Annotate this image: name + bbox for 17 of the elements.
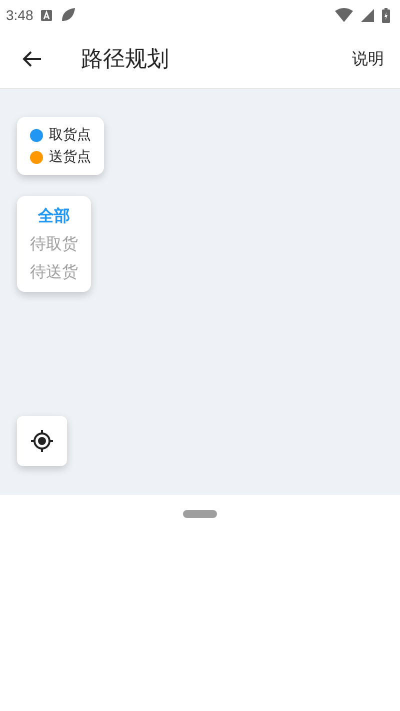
filter-option[interactable]: 待送货	[30, 261, 78, 283]
notification-icon	[41, 10, 52, 20]
help-button[interactable]: 说明	[348, 44, 388, 74]
legend-label: 取货点	[49, 126, 91, 145]
leaf-icon	[60, 7, 76, 23]
filter-option[interactable]: 待取货	[30, 233, 78, 255]
signal-icon	[361, 8, 374, 22]
locate-button[interactable]	[17, 416, 67, 466]
status-time: 3:48	[6, 7, 34, 23]
locate-icon	[30, 429, 54, 453]
drag-handle[interactable]	[183, 510, 217, 518]
legend-label: 送货点	[49, 148, 91, 167]
filter-option[interactable]: 全部	[38, 205, 70, 227]
page-title: 路径规划	[81, 46, 169, 74]
wifi-icon	[335, 8, 353, 22]
battery-icon	[382, 8, 390, 22]
back-arrow-icon	[22, 50, 42, 68]
